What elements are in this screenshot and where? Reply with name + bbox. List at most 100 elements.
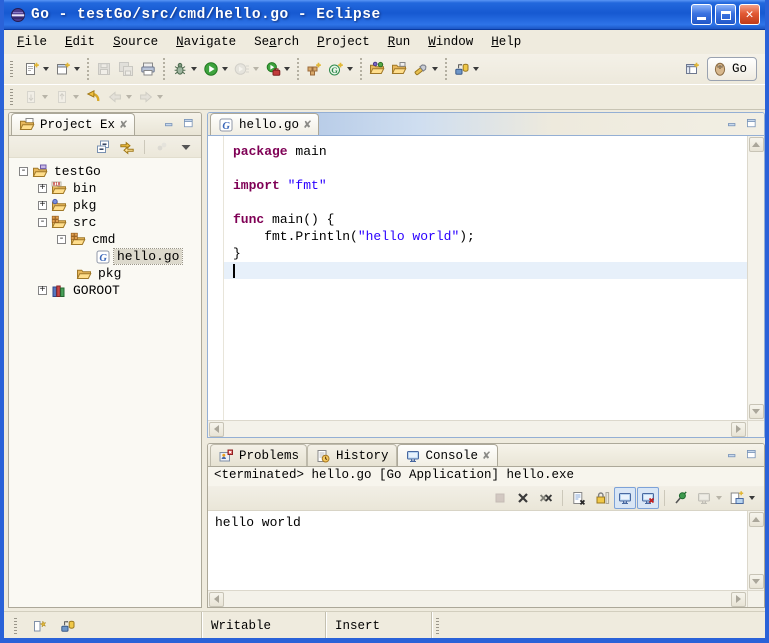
collapse-icon[interactable]: -: [57, 235, 66, 244]
title-bar[interactable]: Go - testGo/src/cmd/hello.go - Eclipse ✕: [4, 0, 765, 30]
sync-toggle-button[interactable]: [57, 615, 79, 637]
minimize-button[interactable]: [691, 4, 712, 25]
new-wizard-button[interactable]: [21, 58, 43, 80]
stderr-watch-button[interactable]: [637, 487, 659, 509]
back-dropdown[interactable]: [126, 95, 132, 99]
menu-file[interactable]: File: [8, 33, 56, 51]
tab-history[interactable]: History: [307, 444, 397, 466]
run-history-dropdown[interactable]: [253, 67, 259, 71]
perspective-go-button[interactable]: Go: [707, 57, 757, 81]
new-view-dropdown[interactable]: [74, 67, 80, 71]
scroll-left-button[interactable]: [209, 422, 224, 437]
stdout-watch-button[interactable]: [614, 487, 636, 509]
tab-problems[interactable]: Problems: [210, 444, 307, 466]
save-button[interactable]: [93, 58, 115, 80]
view-menu-button[interactable]: [175, 136, 197, 158]
expand-icon[interactable]: +: [38, 184, 47, 193]
run-history-button[interactable]: [231, 58, 253, 80]
maximize-view-button[interactable]: [180, 115, 196, 131]
maximize-button[interactable]: [715, 4, 736, 25]
minimize-view-button[interactable]: [724, 446, 740, 462]
external-tools-button[interactable]: [262, 58, 284, 80]
pin-console-button[interactable]: [670, 487, 692, 509]
code-line[interactable]: import "fmt": [223, 177, 747, 194]
scroll-right-button[interactable]: [731, 592, 746, 607]
status-drag-handle[interactable]: [436, 618, 439, 634]
menu-project[interactable]: Project: [308, 33, 379, 51]
new-wizard-dropdown[interactable]: [43, 67, 49, 71]
last-edit-location-button[interactable]: [82, 86, 104, 108]
scroll-lock-button[interactable]: [591, 487, 613, 509]
next-annotation-button[interactable]: [20, 86, 42, 108]
menu-navigate[interactable]: Navigate: [167, 33, 245, 51]
terminate-button[interactable]: [489, 487, 511, 509]
status-drag-handle[interactable]: [14, 618, 17, 634]
close-view-icon[interactable]: ✘: [120, 119, 127, 131]
prev-annotation-button[interactable]: [51, 86, 73, 108]
close-editor-icon[interactable]: ✘: [304, 119, 311, 131]
run-button[interactable]: [200, 58, 222, 80]
clear-console-button[interactable]: [568, 487, 590, 509]
menu-run[interactable]: Run: [379, 33, 420, 51]
close-view-icon[interactable]: ✘: [483, 450, 490, 462]
maximize-view-button[interactable]: [743, 115, 759, 131]
debug-button[interactable]: [169, 58, 191, 80]
scroll-right-button[interactable]: [731, 422, 746, 437]
code-line[interactable]: [223, 194, 747, 211]
fastview-button[interactable]: [28, 615, 50, 637]
collapse-icon[interactable]: -: [19, 167, 28, 176]
code-line[interactable]: fmt.Println("hello world");: [223, 228, 747, 245]
menu-source[interactable]: Source: [104, 33, 167, 51]
minimize-view-button[interactable]: [161, 115, 177, 131]
editor-horizontal-scrollbar[interactable]: [208, 420, 747, 437]
minimize-view-button[interactable]: [724, 115, 740, 131]
debug-dropdown[interactable]: [191, 67, 197, 71]
save-all-button[interactable]: [115, 58, 137, 80]
new-go-app-button[interactable]: G: [325, 58, 347, 80]
print-button[interactable]: [137, 58, 159, 80]
collapse-all-button[interactable]: [92, 136, 114, 158]
code-line[interactable]: package main: [223, 143, 747, 160]
search-button[interactable]: [410, 58, 432, 80]
open-console-dropdown[interactable]: [749, 496, 755, 500]
focus-button[interactable]: [151, 136, 173, 158]
forward-dropdown[interactable]: [157, 95, 163, 99]
new-go-app-dropdown[interactable]: [347, 67, 353, 71]
tree-item-pkg[interactable]: pkg: [9, 265, 201, 282]
new-go-package-button[interactable]: [303, 58, 325, 80]
tree-item-goroot[interactable]: +GOROOT: [9, 282, 201, 299]
forward-button[interactable]: [135, 86, 157, 108]
tree-item-testgo[interactable]: -testGo: [9, 163, 201, 180]
menu-edit[interactable]: Edit: [56, 33, 104, 51]
tree-item-pkg[interactable]: +pkg: [9, 197, 201, 214]
toolbar-drag-handle[interactable]: [10, 61, 13, 77]
sync-toggle-button[interactable]: [451, 58, 473, 80]
editor-vertical-scrollbar[interactable]: [747, 136, 764, 420]
tab-console[interactable]: Console✘: [397, 444, 499, 466]
external-tools-dropdown[interactable]: [284, 67, 290, 71]
tree-item-cmd[interactable]: -cmd: [9, 231, 201, 248]
link-editor-button[interactable]: [116, 136, 138, 158]
open-console-button[interactable]: [726, 487, 748, 509]
scroll-up-button[interactable]: [749, 512, 764, 527]
scroll-up-button[interactable]: [749, 137, 764, 152]
toolbar-drag-handle[interactable]: [10, 89, 13, 105]
scroll-down-button[interactable]: [749, 404, 764, 419]
display-console-dropdown[interactable]: [716, 496, 722, 500]
console-vertical-scrollbar[interactable]: [747, 511, 764, 590]
menu-help[interactable]: Help: [482, 33, 530, 51]
tab-hello-go[interactable]: G hello.go ✘: [210, 113, 319, 135]
open-type-button[interactable]: [366, 58, 388, 80]
scroll-left-button[interactable]: [209, 592, 224, 607]
menu-window[interactable]: Window: [419, 33, 482, 51]
maximize-view-button[interactable]: [743, 446, 759, 462]
tree-item-bin[interactable]: +010bin: [9, 180, 201, 197]
expand-icon[interactable]: +: [38, 201, 47, 210]
new-view-button[interactable]: [52, 58, 74, 80]
sync-toggle-dropdown[interactable]: [473, 67, 479, 71]
close-button[interactable]: ✕: [739, 4, 760, 25]
code-line[interactable]: }: [223, 245, 747, 262]
expand-icon[interactable]: +: [38, 286, 47, 295]
search-dropdown[interactable]: [432, 67, 438, 71]
next-annotation-dropdown[interactable]: [42, 95, 48, 99]
